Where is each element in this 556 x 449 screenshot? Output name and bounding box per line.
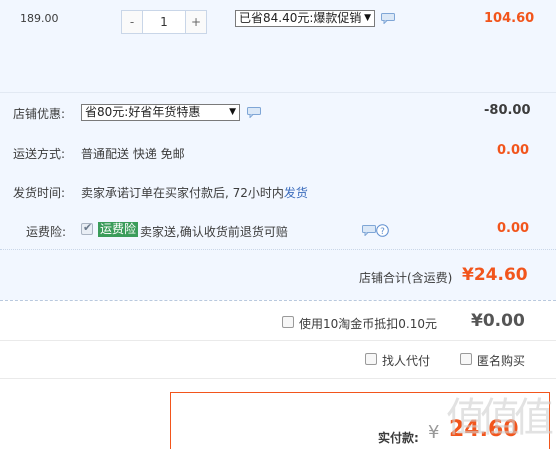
dispatch-text: 卖家承诺订单在买家付款后, 72小时内	[81, 186, 284, 200]
discount-label: 店铺优惠:	[13, 107, 66, 121]
pay-currency: ¥	[428, 422, 440, 443]
discount-amount: -80.00	[484, 103, 531, 118]
chat-icon[interactable]	[362, 225, 376, 236]
coins-checkbox[interactable]	[282, 316, 294, 328]
dropdown-arrow-icon: ▼	[229, 107, 236, 117]
shipping-label: 运送方式:	[13, 147, 66, 161]
proxy-pay-label[interactable]: 找人代付	[382, 352, 430, 369]
help-icon[interactable]: ?	[376, 224, 389, 237]
anonymous-label[interactable]: 匿名购买	[477, 352, 525, 369]
coins-label: 使用10淘金币抵扣0.10元	[299, 317, 437, 331]
unit-price: 189.00	[20, 12, 59, 25]
watermark-logo: 值值值	[446, 395, 554, 441]
qty-minus-button[interactable]: -	[122, 11, 142, 33]
pay-label: 实付款:	[378, 431, 419, 445]
insurance-label: 运费险:	[26, 225, 67, 239]
subtotal-label: 店铺合计(含运费)	[359, 271, 453, 285]
promo-select-value: 已省84.40元:爆款促销	[239, 11, 362, 25]
insurance-tag: 运费险	[98, 222, 139, 237]
shipping-amount: 0.00	[497, 143, 530, 158]
check-icon: ✔	[83, 221, 93, 234]
item-amount: 104.60	[484, 11, 535, 26]
insurance-amount: 0.00	[497, 221, 530, 236]
qty-input[interactable]: 1	[142, 11, 186, 33]
promo-select[interactable]: 已省84.40元:爆款促销 ▼	[235, 10, 375, 27]
qty-plus-button[interactable]: +	[186, 11, 206, 33]
insurance-text: 卖家送,确认收货前退货可赔	[140, 225, 288, 239]
anonymous-checkbox[interactable]	[460, 353, 472, 365]
divider	[0, 300, 556, 301]
divider	[0, 340, 556, 341]
chat-icon[interactable]	[247, 107, 261, 118]
divider	[0, 249, 556, 250]
svg-text:?: ?	[380, 227, 385, 237]
dispatch-link[interactable]: 发货	[284, 186, 308, 200]
shop-discount-select[interactable]: 省80元:好省年货特惠 ▼	[81, 104, 240, 121]
subtotal-value: ¥24.60	[462, 265, 528, 285]
coins-value: ¥0.00	[471, 311, 525, 331]
divider	[0, 378, 556, 379]
shop-summary: 店铺优惠: 省80元:好省年货特惠 ▼ -80.00 运送方式: 普通配送 快递…	[0, 92, 556, 300]
proxy-pay-checkbox[interactable]	[365, 353, 377, 365]
dispatch-label: 发货时间:	[13, 186, 66, 200]
shipping-text: 普通配送 快递 免邮	[81, 147, 185, 161]
quantity-stepper[interactable]: - 1 +	[121, 10, 207, 34]
dropdown-arrow-icon: ▼	[364, 13, 371, 23]
shop-discount-value: 省80元:好省年货特惠	[85, 105, 201, 119]
insurance-checkbox[interactable]: ✔	[81, 221, 93, 235]
dispatch-info: 卖家承诺订单在买家付款后, 72小时内发货	[81, 184, 308, 201]
chat-icon[interactable]	[381, 13, 395, 24]
order-item-row: 189.00 - 1 + 已省84.40元:爆款促销 ▼ 104.60	[0, 0, 556, 92]
